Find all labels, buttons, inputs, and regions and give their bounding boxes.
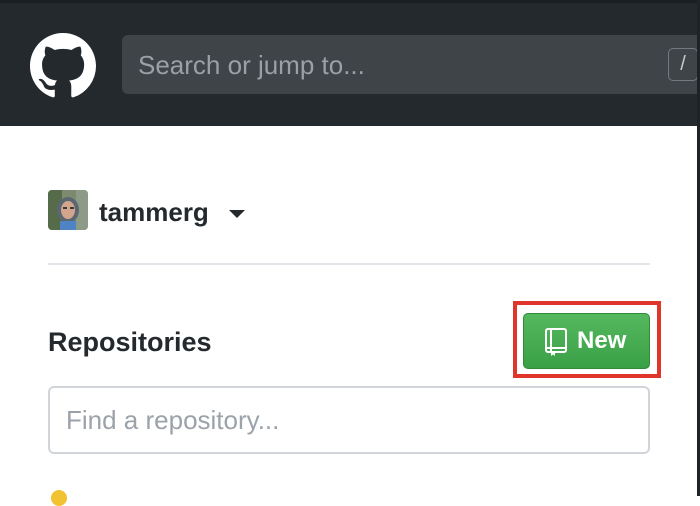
repo-book-icon: [544, 327, 568, 357]
repo-language-dot: [51, 490, 67, 506]
chevron-down-icon[interactable]: [229, 210, 245, 218]
header-bar: Search or jump to... /: [0, 0, 700, 126]
search-shortcut-key: /: [668, 48, 698, 81]
header-top-edge: [0, 0, 700, 3]
search-placeholder: Search or jump to...: [138, 50, 365, 80]
find-repository-input[interactable]: [48, 386, 650, 454]
section-divider: [48, 263, 650, 265]
user-avatar[interactable]: [48, 190, 88, 230]
new-repository-button[interactable]: New: [523, 313, 650, 369]
search-box[interactable]: Search or jump to... /: [122, 35, 700, 94]
username-label[interactable]: tammerg: [99, 197, 209, 228]
github-logo-icon[interactable]: [30, 33, 96, 99]
repositories-heading: Repositories: [48, 327, 212, 357]
new-button-label: New: [577, 327, 627, 354]
